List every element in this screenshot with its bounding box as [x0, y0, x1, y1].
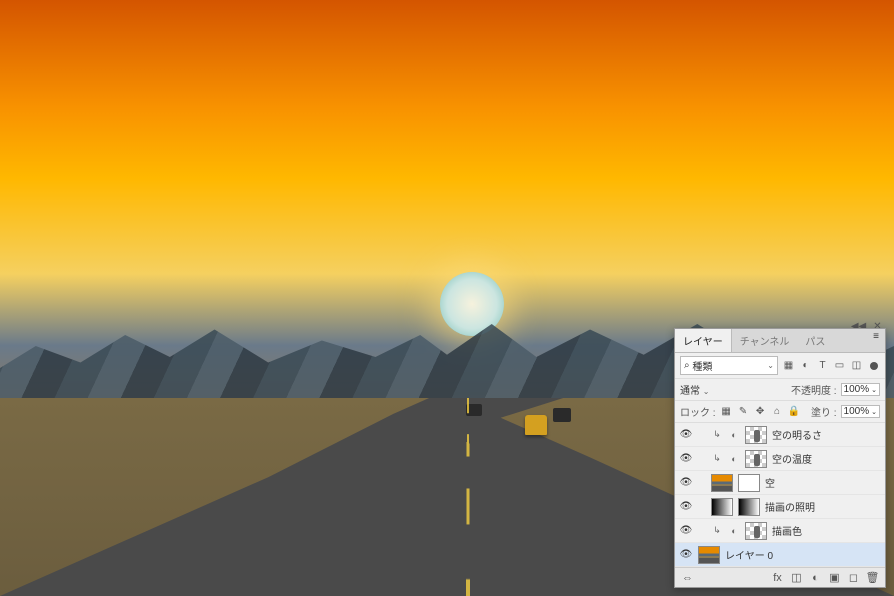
adjustment-layer-icon[interactable]: ◐ — [809, 571, 822, 584]
filter-toggle-dot[interactable] — [867, 359, 880, 372]
group-icon[interactable]: ▣ — [828, 571, 841, 584]
tab-paths[interactable]: パス — [797, 329, 833, 352]
chevron-down-icon: ⌄ — [871, 386, 877, 394]
visibility-eye-icon[interactable]: 👁 — [679, 501, 693, 512]
visibility-eye-icon[interactable]: 👁 — [679, 525, 693, 536]
layer-name[interactable]: 空 — [765, 475, 881, 490]
chevron-down-icon: ⌄ — [703, 387, 710, 396]
layers-list: 👁↳◐空の明るさ👁↳◐空の温度👁空👁描画の照明👁↳◐描画色👁レイヤー 0 — [675, 423, 885, 567]
lock-transparency-icon[interactable]: ▦ — [720, 405, 733, 418]
visibility-eye-icon[interactable]: 👁 — [679, 477, 693, 488]
layer-thumbnail[interactable] — [698, 546, 720, 564]
blend-mode-select[interactable]: 通常 ⌄ — [680, 382, 758, 397]
tab-channels[interactable]: チャンネル — [732, 329, 798, 352]
chevron-down-icon: ⌄ — [767, 361, 774, 370]
tab-layers[interactable]: レイヤー — [675, 329, 732, 352]
layers-panel: レイヤー チャンネル パス ≡ ⌕ 種類 ⌄ ▦ ◐ T ▭ ◫ 通常 ⌄ 不透… — [674, 328, 886, 588]
fill-label: 塗り : — [811, 404, 837, 419]
panel-collapse-bar: ◀◀ ✕ — [674, 320, 886, 328]
opacity-label: 不透明度 : — [791, 382, 837, 397]
search-icon: ⌕ — [684, 360, 690, 371]
filter-shape-icon[interactable]: ▭ — [833, 359, 846, 372]
lock-position-icon[interactable]: ✥ — [754, 405, 767, 418]
delete-layer-icon[interactable]: 🗑 — [866, 571, 879, 584]
link-layers-icon[interactable]: ⇔ — [681, 571, 694, 584]
layer-thumbnail[interactable] — [745, 426, 767, 444]
fill-input[interactable]: 100% ⌄ — [841, 405, 880, 418]
lock-label: ロック : — [680, 404, 716, 419]
car-graphic — [525, 415, 547, 435]
layer-thumbnail[interactable] — [711, 474, 733, 492]
clip-link-icon: ↳ — [711, 525, 723, 536]
car-graphic — [466, 404, 482, 416]
visibility-eye-icon[interactable]: 👁 — [679, 429, 693, 440]
opacity-input[interactable]: 100% ⌄ — [841, 383, 880, 396]
layer-row[interactable]: 👁 ↳ ◐ 空の明るさ — [675, 423, 885, 447]
fx-icon[interactable]: fx — [771, 571, 784, 584]
clip-link-icon: ↳ — [711, 453, 723, 464]
blend-mode-row: 通常 ⌄ 不透明度 : 100% ⌄ — [675, 379, 885, 401]
layer-row[interactable]: 👁 ↳ ◐ 描画色 — [675, 519, 885, 543]
new-layer-icon[interactable]: ◻ — [847, 571, 860, 584]
layer-name[interactable]: レイヤー 0 — [725, 547, 881, 562]
layer-kind-select[interactable]: ⌕ 種類 ⌄ — [680, 356, 778, 375]
layer-name[interactable]: 空の温度 — [772, 451, 881, 466]
layer-row[interactable]: 👁 描画の照明 — [675, 495, 885, 519]
panel-menu-button[interactable]: ≡ — [867, 329, 885, 352]
fill-value: 100% — [844, 406, 870, 417]
layer-name[interactable]: 空の明るさ — [772, 427, 881, 442]
filter-smart-icon[interactable]: ◫ — [850, 359, 863, 372]
adjustment-icon: ◐ — [728, 526, 740, 536]
layer-thumbnail[interactable] — [711, 498, 733, 516]
blend-mode-value: 通常 — [680, 386, 700, 397]
lock-artboard-icon[interactable]: ⌂ — [771, 405, 784, 418]
lock-row: ロック : ▦ ✎ ✥ ⌂ 🔒 塗り : 100% ⌄ — [675, 401, 885, 423]
car-graphic — [553, 408, 571, 422]
chevron-down-icon: ⌄ — [871, 408, 877, 416]
lock-all-icon[interactable]: 🔒 — [788, 405, 801, 418]
add-mask-icon[interactable]: ◫ — [790, 571, 803, 584]
panel-footer: ⇔ fx ◫ ◐ ▣ ◻ 🗑 — [675, 567, 885, 587]
panel-tabs: レイヤー チャンネル パス ≡ — [675, 329, 885, 353]
opacity-value: 100% — [844, 384, 870, 395]
layer-thumbnail[interactable] — [745, 522, 767, 540]
lock-pixels-icon[interactable]: ✎ — [737, 405, 750, 418]
layer-row[interactable]: 👁空 — [675, 471, 885, 495]
layer-thumbnail[interactable] — [745, 450, 767, 468]
layer-mask-thumbnail[interactable] — [738, 498, 760, 516]
layer-row[interactable]: 👁 レイヤー 0 — [675, 543, 885, 567]
filter-adjustment-icon[interactable]: ◐ — [799, 359, 812, 372]
layer-filter-row: ⌕ 種類 ⌄ ▦ ◐ T ▭ ◫ — [675, 353, 885, 379]
filter-type-icon[interactable]: T — [816, 359, 829, 372]
adjustment-icon: ◐ — [728, 430, 740, 440]
filter-pixel-icon[interactable]: ▦ — [782, 359, 795, 372]
layer-kind-label: 種類 — [692, 358, 712, 373]
layer-name[interactable]: 描画色 — [772, 523, 881, 538]
adjustment-icon: ◐ — [728, 454, 740, 464]
clip-link-icon: ↳ — [711, 429, 723, 440]
visibility-eye-icon[interactable]: 👁 — [679, 453, 693, 464]
layer-row[interactable]: 👁 ↳ ◐ 空の温度 — [675, 447, 885, 471]
layer-mask-thumbnail[interactable] — [738, 474, 760, 492]
layer-name[interactable]: 描画の照明 — [765, 499, 881, 514]
visibility-eye-icon[interactable]: 👁 — [679, 549, 693, 560]
